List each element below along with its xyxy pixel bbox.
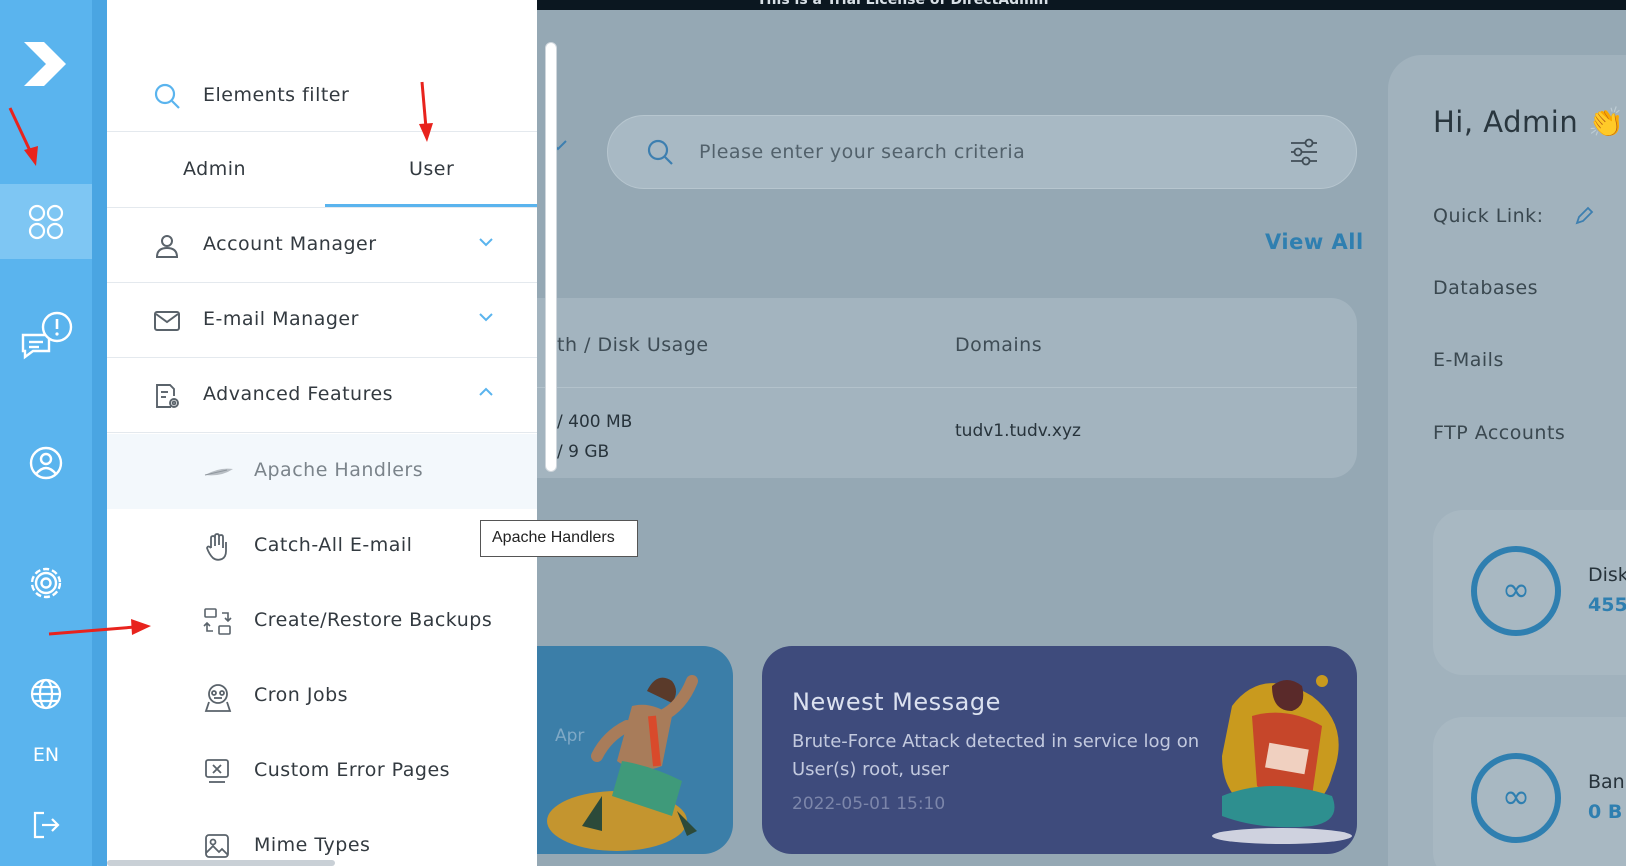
role-tabs: Admin User — [107, 132, 537, 208]
logo-button[interactable] — [0, 26, 92, 101]
domains-table: th / Disk Usage Domains / 400 MB / 9 GB … — [537, 298, 1357, 478]
view-all-link[interactable]: View All — [1265, 230, 1364, 254]
rail-logout-button[interactable] — [0, 800, 92, 850]
illustration-person-running — [547, 675, 698, 851]
search-icon — [154, 83, 180, 109]
stat-label: Ban — [1588, 771, 1625, 793]
submenu-label: Create/Restore Backups — [254, 609, 493, 631]
stat-ring: ∞ — [1471, 546, 1561, 636]
logout-icon — [33, 811, 60, 839]
newest-message-date: 2022-05-01 15:10 — [792, 794, 946, 814]
search-icon — [647, 139, 673, 165]
rail-messages-button[interactable] — [0, 298, 92, 373]
navigation-drawer: Elements filter Admin User Account Manag… — [107, 0, 537, 866]
chevron-up-icon — [479, 387, 493, 396]
submenu-create-restore-backups[interactable]: Create/Restore Backups — [107, 584, 537, 659]
chevron-down-icon — [479, 313, 493, 322]
document-gear-icon — [156, 384, 179, 408]
infinity-symbol: ∞ — [1501, 777, 1531, 817]
mail-icon — [154, 311, 180, 331]
chevron-down-icon — [479, 238, 493, 247]
menu-label: Advanced Features — [203, 383, 394, 405]
menu-account-manager[interactable]: Account Manager — [107, 208, 537, 283]
trial-banner: This is a Trial License of DirectAdmin — [537, 0, 1626, 10]
submenu-label: Apache Handlers — [254, 459, 424, 481]
annotation-arrow-user-tab — [419, 81, 433, 142]
grid-icon — [28, 204, 64, 239]
rail-edge — [92, 0, 107, 866]
newest-message-card[interactable]: Newest Message Brute-Force Attack detect… — [762, 646, 1357, 854]
active-tab-indicator — [325, 204, 537, 207]
elements-filter-label: Elements filter — [203, 84, 350, 106]
stat-card-disk: ∞ Disk 455 — [1433, 510, 1626, 675]
filter-sliders-icon[interactable] — [1288, 136, 1320, 168]
message-alert-icon — [21, 311, 73, 359]
search-placeholder: Please enter your search criteria — [699, 141, 1026, 163]
rail-language-button[interactable] — [0, 664, 92, 724]
menu-label: Account Manager — [203, 233, 377, 255]
header-disk-usage: th / Disk Usage — [557, 334, 709, 356]
submenu-label: Catch-All E-mail — [254, 534, 413, 556]
stat-card-bandwidth: ∞ Ban 0 B — [1433, 717, 1626, 866]
submenu-cron-jobs[interactable]: Cron Jobs — [107, 659, 537, 734]
rail-grid-button[interactable] — [0, 184, 92, 259]
newest-message-body: Brute-Force Attack detected in service l… — [792, 731, 1200, 780]
annotation-arrow-rail — [8, 107, 38, 166]
submenu-mime-types[interactable]: Mime Types — [107, 809, 537, 866]
usage-bandwidth: / 400 MB — [557, 412, 633, 432]
stat-label: Disk — [1588, 564, 1626, 586]
person-icon — [155, 235, 179, 258]
submenu-apache-handlers[interactable]: Apache Handlers — [107, 434, 537, 509]
gear-icon — [30, 567, 62, 598]
submenu-label: Mime Types — [254, 834, 371, 856]
right-panel: Hi, Admin 👏 Quick Link: Databases E-Mail… — [1388, 55, 1626, 866]
newest-message-title: Newest Message — [792, 688, 1001, 716]
pencil-icon[interactable] — [1573, 205, 1595, 227]
elements-filter[interactable]: Elements filter — [107, 60, 537, 132]
annotation-arrow-backups — [48, 619, 151, 636]
quick-link-emails[interactable]: E-Mails — [1433, 349, 1504, 371]
language-code[interactable]: EN — [0, 744, 92, 766]
quick-link-databases[interactable]: Databases — [1433, 277, 1538, 299]
drawer-scrollbar[interactable] — [545, 42, 557, 472]
table-header: th / Disk Usage Domains — [537, 298, 1357, 388]
infinity-symbol: ∞ — [1501, 570, 1531, 610]
stat-ring: ∞ — [1471, 753, 1561, 843]
submenu-custom-error-pages[interactable]: Custom Error Pages — [107, 734, 537, 809]
search-bar[interactable]: Please enter your search criteria — [607, 115, 1357, 189]
user-circle-icon — [29, 446, 63, 479]
rail-settings-button[interactable] — [0, 545, 92, 620]
submenu-catch-all-email[interactable]: Catch-All E-mail — [107, 509, 537, 584]
trial-banner-text: This is a Trial License of DirectAdmin — [757, 0, 1049, 8]
submenu-label: Cron Jobs — [254, 684, 349, 706]
illustration-person-reading — [1212, 675, 1352, 844]
menu-advanced-features[interactable]: Advanced Features — [107, 358, 537, 433]
error-page-icon — [205, 759, 229, 783]
greeting: Hi, Admin 👏 — [1433, 105, 1625, 139]
rail-profile-button[interactable] — [0, 425, 92, 500]
domain-cell[interactable]: tudv1.tudv.xyz — [955, 421, 1081, 441]
stat-value: 0 B — [1588, 801, 1623, 823]
backup-icon — [203, 608, 232, 635]
submenu-label: Custom Error Pages — [254, 759, 451, 781]
quick-link-label: Quick Link: — [1433, 205, 1544, 227]
cron-icon — [204, 684, 232, 712]
info-card: Apr — [537, 646, 733, 854]
tab-admin[interactable]: Admin — [183, 158, 246, 180]
quick-link-ftp[interactable]: FTP Accounts — [1433, 422, 1565, 444]
hand-icon — [206, 533, 227, 561]
stat-value: 455 — [1588, 594, 1626, 616]
menu-email-manager[interactable]: E-mail Manager — [107, 283, 537, 358]
image-icon — [205, 834, 229, 858]
usage-disk: / 9 GB — [557, 442, 610, 462]
tooltip: Apache Handlers — [480, 520, 638, 557]
tab-user[interactable]: User — [409, 158, 454, 180]
menu-label: E-mail Manager — [203, 308, 359, 330]
logo-icon — [22, 41, 66, 86]
usage-cell: / 400 MB / 9 GB — [557, 407, 632, 467]
globe-icon — [30, 678, 62, 710]
feather-icon — [204, 468, 233, 476]
header-domains: Domains — [955, 334, 1043, 356]
horizontal-scrollbar[interactable] — [107, 860, 335, 866]
